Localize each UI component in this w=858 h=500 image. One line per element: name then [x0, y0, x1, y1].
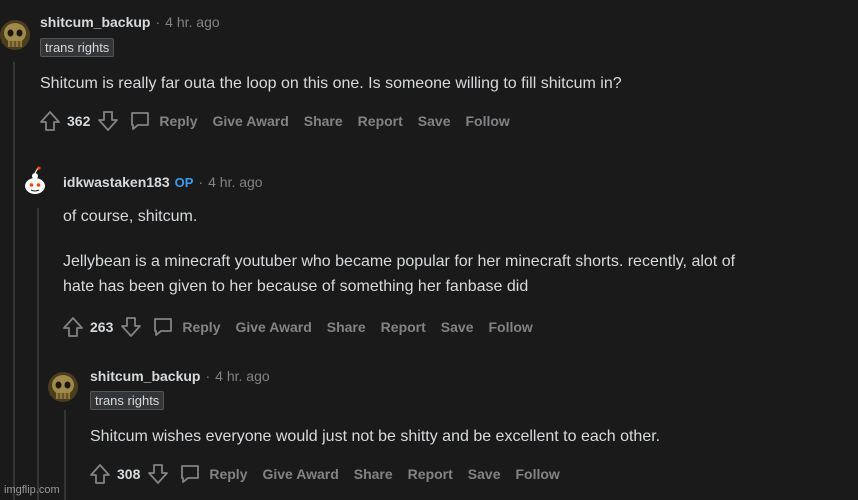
- avatar[interactable]: [20, 166, 50, 196]
- user-flair: trans rights: [90, 391, 165, 410]
- share-button[interactable]: Share: [327, 319, 366, 335]
- reply-label: Reply: [209, 466, 248, 482]
- downvote-icon[interactable]: [146, 462, 170, 486]
- comment-body: Shitcum wishes everyone would just not b…: [90, 428, 661, 445]
- give-award-button[interactable]: Give Award: [212, 113, 288, 129]
- skull-avatar-icon: [48, 372, 78, 402]
- avatar[interactable]: [0, 20, 30, 50]
- save-button[interactable]: Save: [441, 319, 474, 335]
- comment-actions: 308 Reply Give Award Share Report Save F…: [88, 461, 575, 487]
- username[interactable]: shitcum_backup: [40, 14, 150, 30]
- vote-count: 308: [117, 466, 141, 482]
- comment-actions: 362 Reply Give Award Share Report Save F…: [38, 108, 525, 134]
- comment-bubble-icon: [131, 112, 150, 130]
- comment-body: Shitcum is really far outa the loop on t…: [40, 75, 622, 92]
- follow-button[interactable]: Follow: [466, 113, 510, 129]
- avatar[interactable]: [48, 372, 78, 402]
- reply-label: Reply: [159, 113, 198, 129]
- separator: ·: [198, 174, 204, 190]
- report-button[interactable]: Report: [408, 466, 453, 482]
- separator: ·: [205, 368, 211, 384]
- timestamp[interactable]: 4 hr. ago: [208, 174, 263, 190]
- comment-body: Jellybean is a minecraft youtuber who be…: [63, 253, 736, 270]
- report-button[interactable]: Report: [358, 113, 403, 129]
- reply-button[interactable]: Reply: [151, 315, 235, 339]
- downvote-icon[interactable]: [119, 315, 143, 339]
- timestamp[interactable]: 4 hr. ago: [165, 14, 220, 30]
- give-award-button[interactable]: Give Award: [235, 319, 311, 335]
- user-flair: trans rights: [40, 38, 115, 57]
- comment-body: hate has been given to her because of so…: [63, 278, 529, 295]
- comment-body: of course, shitcum.: [63, 208, 198, 225]
- downvote-icon[interactable]: [96, 109, 120, 133]
- upvote-icon[interactable]: [38, 109, 62, 133]
- thread-line[interactable]: [64, 410, 66, 500]
- comment-bubble-icon: [154, 318, 173, 336]
- username[interactable]: shitcum_backup: [90, 368, 200, 384]
- share-button[interactable]: Share: [304, 113, 343, 129]
- follow-button[interactable]: Follow: [489, 319, 533, 335]
- upvote-icon[interactable]: [88, 462, 112, 486]
- comment-bubble-icon: [181, 465, 200, 483]
- snoo-avatar-icon: [25, 166, 45, 194]
- vote-count: 362: [67, 113, 91, 129]
- save-button[interactable]: Save: [468, 466, 501, 482]
- thread-line[interactable]: [37, 208, 39, 500]
- share-button[interactable]: Share: [354, 466, 393, 482]
- upvote-icon[interactable]: [61, 315, 85, 339]
- give-award-button[interactable]: Give Award: [262, 466, 338, 482]
- username[interactable]: idkwastaken183: [63, 174, 170, 190]
- watermark: imgflip.com: [4, 484, 60, 496]
- reply-button[interactable]: Reply: [178, 462, 262, 486]
- comment-actions: 263 Reply Give Award Share Report Save F…: [61, 314, 548, 340]
- follow-button[interactable]: Follow: [516, 466, 560, 482]
- thread-line[interactable]: [13, 62, 15, 500]
- reply-button[interactable]: Reply: [128, 109, 212, 133]
- report-button[interactable]: Report: [381, 319, 426, 335]
- reply-label: Reply: [182, 319, 221, 335]
- save-button[interactable]: Save: [418, 113, 451, 129]
- skull-avatar-icon: [0, 20, 30, 50]
- op-badge: OP: [174, 174, 194, 190]
- vote-count: 263: [90, 319, 114, 335]
- separator: ·: [155, 14, 161, 30]
- timestamp[interactable]: 4 hr. ago: [215, 368, 270, 384]
